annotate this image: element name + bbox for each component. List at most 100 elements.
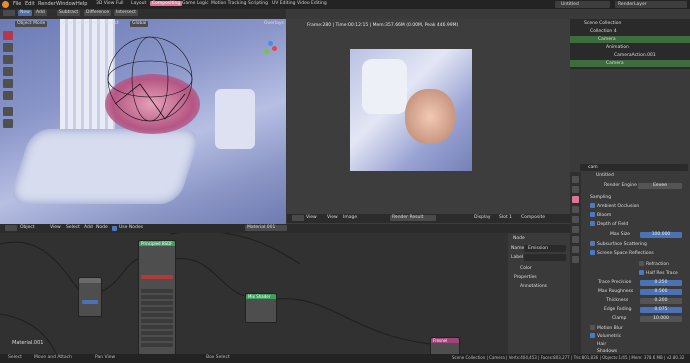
tool-tab-icon[interactable] — [572, 176, 579, 183]
node-small[interactable] — [78, 277, 102, 317]
data-tab-icon[interactable] — [572, 256, 579, 263]
menu-help[interactable]: Help — [76, 1, 87, 7]
ao-checkbox[interactable] — [590, 203, 595, 208]
volumetric-row[interactable]: Volumetric — [582, 333, 690, 341]
viewport-menu-object[interactable]: Object — [102, 21, 121, 27]
edge-fading-field[interactable]: 0.075 — [640, 307, 682, 313]
annotate-tool-icon[interactable] — [3, 107, 13, 116]
overlays-dropdown[interactable]: Overlays — [262, 21, 286, 27]
ssr-row[interactable]: Screen Space Reflections — [582, 250, 690, 258]
outliner-camera-row[interactable]: Camera — [570, 36, 690, 43]
image-selector[interactable]: Render Result — [390, 215, 436, 221]
node-menu-node[interactable]: Node — [94, 225, 110, 231]
cursor-tool-icon[interactable] — [3, 43, 13, 52]
trace-precision-field[interactable]: 0.250 — [640, 280, 682, 286]
node-menu-view[interactable]: View — [48, 225, 63, 231]
image-menu-image[interactable]: Image — [341, 215, 359, 221]
node-mix-shader[interactable]: Mix Shader — [245, 293, 277, 323]
clamp-field[interactable]: 10.000 — [640, 316, 682, 322]
display-dropdown[interactable]: Display — [472, 215, 493, 221]
rotate-tool-icon[interactable] — [3, 67, 13, 76]
3d-viewport[interactable] — [0, 19, 286, 224]
workspace-tab[interactable]: Video Editing — [297, 1, 327, 6]
material-selector[interactable]: Material.001 — [245, 225, 287, 231]
motion-blur-row[interactable]: Motion Blur — [582, 325, 690, 333]
menu-window[interactable]: Window — [56, 1, 76, 7]
mode-subtract[interactable]: Subtract — [57, 10, 81, 16]
half-res-checkbox[interactable] — [639, 270, 644, 275]
render-engine-dropdown[interactable]: Eevee — [638, 183, 682, 189]
max-size-field[interactable]: 100.000 — [640, 232, 682, 238]
ambient-occlusion-row[interactable]: Ambient Occlusion — [582, 203, 690, 211]
subsurface-row[interactable]: Subsurface Scattering — [582, 241, 690, 249]
node-menu-add[interactable]: Add — [82, 225, 95, 231]
workspace-tab[interactable]: Game Logic — [182, 1, 209, 6]
thickness-field[interactable]: 0.200 — [640, 298, 682, 304]
node-properties-panel[interactable]: Properties — [514, 275, 537, 280]
render-tab-icon[interactable] — [572, 186, 579, 193]
node-color-panel[interactable]: Color — [520, 266, 532, 271]
node-type-dropdown[interactable]: Object — [18, 225, 37, 231]
mode-intersect[interactable]: Intersect — [114, 10, 138, 16]
menu-edit[interactable]: Edit — [25, 1, 35, 7]
move-tool-icon[interactable] — [3, 55, 13, 64]
outliner-animation-row[interactable]: Animation — [570, 44, 690, 51]
workspace-tab[interactable]: Motion Tracking — [211, 1, 246, 6]
properties-search-input[interactable]: cam — [580, 164, 688, 171]
refraction-checkbox[interactable] — [639, 261, 644, 266]
bloom-checkbox[interactable] — [590, 212, 595, 217]
volumetric-checkbox[interactable] — [590, 333, 595, 338]
node-annotations-panel[interactable]: Annotations — [520, 284, 547, 289]
editor-type-icon[interactable] — [292, 215, 304, 221]
outliner-action-row[interactable]: CameraAction.001 — [570, 52, 690, 59]
refraction-row[interactable]: Refraction — [582, 261, 690, 269]
transform-tool-icon[interactable] — [3, 91, 13, 100]
outliner[interactable]: Scene Collection Collection 4 Camera Ani… — [570, 19, 690, 69]
scale-tool-icon[interactable] — [3, 79, 13, 88]
object-mode-dropdown[interactable]: Object Mode — [15, 21, 48, 27]
sampling-panel-header[interactable]: Sampling — [582, 194, 690, 202]
menu-render[interactable]: Render — [38, 1, 56, 7]
measure-tool-icon[interactable] — [3, 119, 13, 128]
node-principled-bsdf[interactable]: Principled BSDF — [138, 240, 176, 355]
workspace-tab[interactable]: Layout — [131, 1, 146, 6]
half-res-row[interactable]: Half Res Trace — [582, 270, 690, 278]
node-name-field[interactable]: Emission — [524, 245, 566, 252]
editor-type-icon[interactable] — [3, 10, 15, 16]
orientation-dropdown[interactable]: Global — [130, 21, 149, 27]
render-layer-selector[interactable]: RenderLayer — [615, 1, 687, 8]
menu-file[interactable]: File — [13, 1, 21, 7]
mode-difference[interactable]: Difference — [84, 10, 112, 16]
ssr-checkbox[interactable] — [590, 250, 595, 255]
workspace-tab-active[interactable]: Compositing — [150, 0, 183, 6]
output-tab-icon[interactable] — [572, 196, 579, 203]
blender-logo-icon[interactable] — [2, 1, 9, 8]
workspace-tab[interactable]: UV Editing — [272, 1, 295, 6]
node-label-field[interactable] — [524, 254, 566, 261]
image-menu-view2[interactable]: View — [325, 215, 340, 221]
object-tab-icon[interactable] — [572, 236, 579, 243]
principled-base-color-field[interactable] — [141, 275, 173, 279]
workspace-tab[interactable]: 3D View Full — [96, 1, 124, 6]
outliner-camera-data-row[interactable]: Camera — [570, 60, 690, 67]
slot-dropdown[interactable]: Slot 1 — [497, 215, 514, 221]
dof-checkbox[interactable] — [590, 221, 595, 226]
workspace-tab[interactable]: Scripting — [248, 1, 268, 6]
outliner-collection[interactable]: Collection 4 — [570, 28, 690, 35]
max-roughness-field[interactable]: 0.500 — [640, 289, 682, 295]
constraints-tab-icon[interactable] — [572, 246, 579, 253]
principled-inputs[interactable] — [141, 289, 173, 349]
dof-row[interactable]: Depth of Field — [582, 221, 690, 229]
viewport-menu-select[interactable]: Select — [73, 21, 91, 27]
node-menu-select[interactable]: Select — [64, 225, 82, 231]
bloom-row[interactable]: Bloom — [582, 212, 690, 220]
node-small-field[interactable] — [82, 300, 98, 304]
select-tool-icon[interactable] — [3, 31, 13, 40]
mode-add[interactable]: Add — [34, 10, 47, 16]
image-menu-view[interactable]: View — [304, 215, 319, 221]
editor-type-icon[interactable] — [5, 225, 17, 231]
navigation-gizmo[interactable] — [262, 41, 278, 57]
scene-tab-icon[interactable] — [572, 216, 579, 223]
sss-checkbox[interactable] — [590, 241, 595, 246]
view-layer-tab-icon[interactable] — [572, 206, 579, 213]
